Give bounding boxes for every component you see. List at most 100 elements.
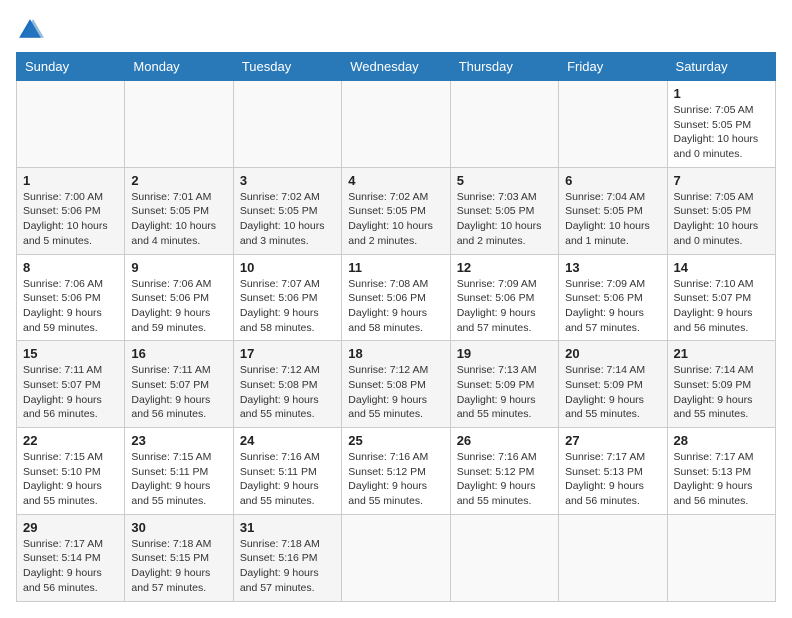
calendar-cell bbox=[559, 514, 667, 601]
calendar-cell: 19 Sunrise: 7:13 AMSunset: 5:09 PMDayligh… bbox=[450, 341, 558, 428]
day-number: 1 bbox=[23, 173, 118, 188]
page-header bbox=[16, 16, 776, 44]
day-info: Sunrise: 7:18 AMSunset: 5:15 PMDaylight:… bbox=[131, 537, 226, 596]
calendar-cell: 13 Sunrise: 7:09 AMSunset: 5:06 PMDayligh… bbox=[559, 254, 667, 341]
day-info: Sunrise: 7:01 AMSunset: 5:05 PMDaylight:… bbox=[131, 190, 226, 249]
day-info: Sunrise: 7:05 AMSunset: 5:05 PMDaylight:… bbox=[674, 190, 769, 249]
day-of-week-header: Wednesday bbox=[342, 53, 450, 81]
day-number: 16 bbox=[131, 346, 226, 361]
day-info: Sunrise: 7:17 AMSunset: 5:13 PMDaylight:… bbox=[674, 450, 769, 509]
day-number: 6 bbox=[565, 173, 660, 188]
day-of-week-header: Tuesday bbox=[233, 53, 341, 81]
day-info: Sunrise: 7:14 AMSunset: 5:09 PMDaylight:… bbox=[674, 363, 769, 422]
day-info: Sunrise: 7:16 AMSunset: 5:12 PMDaylight:… bbox=[457, 450, 552, 509]
day-info: Sunrise: 7:09 AMSunset: 5:06 PMDaylight:… bbox=[457, 277, 552, 336]
calendar-cell: 2 Sunrise: 7:01 AMSunset: 5:05 PMDaylight… bbox=[125, 167, 233, 254]
day-number: 30 bbox=[131, 520, 226, 535]
calendar-cell: 10 Sunrise: 7:07 AMSunset: 5:06 PMDayligh… bbox=[233, 254, 341, 341]
calendar-cell bbox=[450, 81, 558, 168]
day-number: 14 bbox=[674, 260, 769, 275]
calendar-cell: 7 Sunrise: 7:05 AMSunset: 5:05 PMDaylight… bbox=[667, 167, 775, 254]
day-info: Sunrise: 7:11 AMSunset: 5:07 PMDaylight:… bbox=[131, 363, 226, 422]
calendar-table: SundayMondayTuesdayWednesdayThursdayFrid… bbox=[16, 52, 776, 602]
day-info: Sunrise: 7:02 AMSunset: 5:05 PMDaylight:… bbox=[348, 190, 443, 249]
calendar-cell: 28 Sunrise: 7:17 AMSunset: 5:13 PMDayligh… bbox=[667, 428, 775, 515]
calendar-cell bbox=[125, 81, 233, 168]
calendar-header-row: SundayMondayTuesdayWednesdayThursdayFrid… bbox=[17, 53, 776, 81]
day-of-week-header: Monday bbox=[125, 53, 233, 81]
logo bbox=[16, 16, 48, 44]
day-number: 11 bbox=[348, 260, 443, 275]
calendar-cell: 18 Sunrise: 7:12 AMSunset: 5:08 PMDayligh… bbox=[342, 341, 450, 428]
day-number: 7 bbox=[674, 173, 769, 188]
calendar-cell: 14Sunrise: 7:10 AMSunset: 5:07 PMDayligh… bbox=[667, 254, 775, 341]
day-info: Sunrise: 7:09 AMSunset: 5:06 PMDaylight:… bbox=[565, 277, 660, 336]
day-info: Sunrise: 7:13 AMSunset: 5:09 PMDaylight:… bbox=[457, 363, 552, 422]
day-info: Sunrise: 7:15 AMSunset: 5:10 PMDaylight:… bbox=[23, 450, 118, 509]
calendar-cell: 21 Sunrise: 7:14 AMSunset: 5:09 PMDayligh… bbox=[667, 341, 775, 428]
day-of-week-header: Friday bbox=[559, 53, 667, 81]
day-number: 31 bbox=[240, 520, 335, 535]
calendar-cell: 4 Sunrise: 7:02 AMSunset: 5:05 PMDaylight… bbox=[342, 167, 450, 254]
calendar-cell: 24Sunrise: 7:16 AMSunset: 5:11 PMDayligh… bbox=[233, 428, 341, 515]
calendar-cell: 23Sunrise: 7:15 AMSunset: 5:11 PMDayligh… bbox=[125, 428, 233, 515]
day-number: 26 bbox=[457, 433, 552, 448]
calendar-week-row: 8 Sunrise: 7:06 AMSunset: 5:06 PMDaylight… bbox=[17, 254, 776, 341]
calendar-cell bbox=[342, 514, 450, 601]
calendar-week-row: 15 Sunrise: 7:11 AMSunset: 5:07 PMDayligh… bbox=[17, 341, 776, 428]
calendar-cell: 11 Sunrise: 7:08 AMSunset: 5:06 PMDayligh… bbox=[342, 254, 450, 341]
day-info: Sunrise: 7:08 AMSunset: 5:06 PMDaylight:… bbox=[348, 277, 443, 336]
day-number: 27 bbox=[565, 433, 660, 448]
day-number: 17 bbox=[240, 346, 335, 361]
day-number: 12 bbox=[457, 260, 552, 275]
day-number: 21 bbox=[674, 346, 769, 361]
calendar-cell: 15 Sunrise: 7:11 AMSunset: 5:07 PMDayligh… bbox=[17, 341, 125, 428]
calendar-cell: 29Sunrise: 7:17 AMSunset: 5:14 PMDayligh… bbox=[17, 514, 125, 601]
calendar-cell: 20Sunrise: 7:14 AMSunset: 5:09 PMDayligh… bbox=[559, 341, 667, 428]
calendar-cell bbox=[17, 81, 125, 168]
calendar-cell: 31Sunrise: 7:18 AMSunset: 5:16 PMDayligh… bbox=[233, 514, 341, 601]
day-info: Sunrise: 7:02 AMSunset: 5:05 PMDaylight:… bbox=[240, 190, 335, 249]
calendar-cell: 16 Sunrise: 7:11 AMSunset: 5:07 PMDayligh… bbox=[125, 341, 233, 428]
day-number: 13 bbox=[565, 260, 660, 275]
day-number: 19 bbox=[457, 346, 552, 361]
day-number: 22 bbox=[23, 433, 118, 448]
day-of-week-header: Sunday bbox=[17, 53, 125, 81]
day-info: Sunrise: 7:12 AMSunset: 5:08 PMDaylight:… bbox=[348, 363, 443, 422]
calendar-cell bbox=[233, 81, 341, 168]
calendar-cell: 1Sunrise: 7:05 AMSunset: 5:05 PMDaylight… bbox=[667, 81, 775, 168]
calendar-week-row: 22 Sunrise: 7:15 AMSunset: 5:10 PMDayligh… bbox=[17, 428, 776, 515]
day-info: Sunrise: 7:03 AMSunset: 5:05 PMDaylight:… bbox=[457, 190, 552, 249]
day-info: Sunrise: 7:16 AMSunset: 5:11 PMDaylight:… bbox=[240, 450, 335, 509]
day-number: 29 bbox=[23, 520, 118, 535]
calendar-cell: 25Sunrise: 7:16 AMSunset: 5:12 PMDayligh… bbox=[342, 428, 450, 515]
day-info: Sunrise: 7:07 AMSunset: 5:06 PMDaylight:… bbox=[240, 277, 335, 336]
day-info: Sunrise: 7:06 AMSunset: 5:06 PMDaylight:… bbox=[23, 277, 118, 336]
calendar-cell: 9Sunrise: 7:06 AMSunset: 5:06 PMDaylight… bbox=[125, 254, 233, 341]
day-of-week-header: Thursday bbox=[450, 53, 558, 81]
day-number: 28 bbox=[674, 433, 769, 448]
day-number: 3 bbox=[240, 173, 335, 188]
calendar-cell bbox=[450, 514, 558, 601]
calendar-week-row: 1 Sunrise: 7:00 AMSunset: 5:06 PMDaylight… bbox=[17, 167, 776, 254]
day-info: Sunrise: 7:12 AMSunset: 5:08 PMDaylight:… bbox=[240, 363, 335, 422]
day-number: 2 bbox=[131, 173, 226, 188]
day-info: Sunrise: 7:17 AMSunset: 5:13 PMDaylight:… bbox=[565, 450, 660, 509]
day-number: 23 bbox=[131, 433, 226, 448]
calendar-cell: 3 Sunrise: 7:02 AMSunset: 5:05 PMDaylight… bbox=[233, 167, 341, 254]
calendar-cell: 22 Sunrise: 7:15 AMSunset: 5:10 PMDayligh… bbox=[17, 428, 125, 515]
day-number: 8 bbox=[23, 260, 118, 275]
day-number: 18 bbox=[348, 346, 443, 361]
day-info: Sunrise: 7:11 AMSunset: 5:07 PMDaylight:… bbox=[23, 363, 118, 422]
day-number: 20 bbox=[565, 346, 660, 361]
calendar-cell: 27 Sunrise: 7:17 AMSunset: 5:13 PMDayligh… bbox=[559, 428, 667, 515]
calendar-week-row: 1Sunrise: 7:05 AMSunset: 5:05 PMDaylight… bbox=[17, 81, 776, 168]
day-info: Sunrise: 7:04 AMSunset: 5:05 PMDaylight:… bbox=[565, 190, 660, 249]
calendar-week-row: 29Sunrise: 7:17 AMSunset: 5:14 PMDayligh… bbox=[17, 514, 776, 601]
day-info: Sunrise: 7:00 AMSunset: 5:06 PMDaylight:… bbox=[23, 190, 118, 249]
day-number: 1 bbox=[674, 86, 769, 101]
calendar-cell: 5Sunrise: 7:03 AMSunset: 5:05 PMDaylight… bbox=[450, 167, 558, 254]
day-number: 10 bbox=[240, 260, 335, 275]
day-number: 15 bbox=[23, 346, 118, 361]
day-number: 4 bbox=[348, 173, 443, 188]
